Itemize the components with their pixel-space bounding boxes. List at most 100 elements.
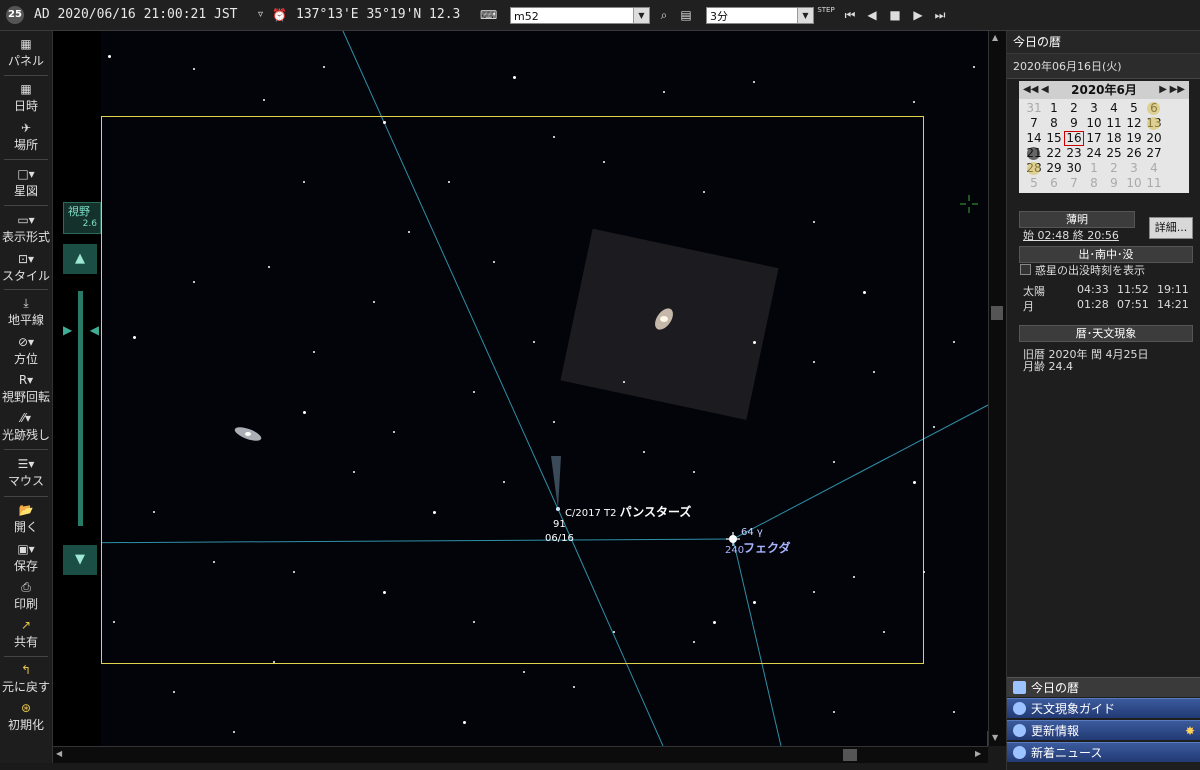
open-button[interactable]: 📂 開く [0,502,52,535]
vertical-scrollbar[interactable]: ▲ ▼ [988,31,1006,746]
undo-button[interactable]: ↰ 元に戻す [0,662,52,695]
zoom-slider-handle[interactable]: ▶ ◀ [63,323,99,337]
calendar-day[interactable]: 16 [1064,131,1084,146]
vertical-scroll-thumb[interactable] [991,306,1003,320]
rotate-button[interactable]: R▾ 視野回転 [0,372,52,405]
skip-back-icon[interactable]: ⏮ [840,6,860,24]
calendar-day[interactable]: 7 [1024,116,1044,131]
scroll-left-icon[interactable]: ◀ [56,749,62,758]
calendar-day[interactable]: 6 [1144,101,1164,116]
calendar-day[interactable]: 27 [1144,146,1164,161]
calendar-day[interactable]: 28 [1024,161,1044,176]
link-news[interactable]: 新着ニュース [1007,742,1200,762]
calendar-day[interactable]: 25 [1104,146,1124,161]
calendar-day[interactable]: 10 [1084,116,1104,131]
calendar-day[interactable]: 3 [1084,101,1104,116]
calendar-day[interactable]: 17 [1084,131,1104,146]
location-coords[interactable]: 137°13'E 35°19'N 12.3 [296,0,460,30]
keyboard-icon[interactable]: ⌨ [480,0,497,30]
calendar-day[interactable]: 26 [1124,146,1144,161]
calendar-day[interactable]: 22 [1044,146,1064,161]
calendar-day[interactable]: 5 [1124,101,1144,116]
calendar-day[interactable]: 21 [1024,146,1044,161]
calendar-day[interactable]: 8 [1044,116,1064,131]
calendar-day[interactable]: 11 [1104,116,1124,131]
calendar-day[interactable]: 8 [1084,176,1104,191]
star-name-label[interactable]: フェクダ [743,539,791,556]
place-button[interactable]: ✈ 場所 [0,120,52,153]
chevron-down-icon[interactable]: ▼ [797,8,813,23]
panel-button[interactable]: ▦ パネル [0,36,52,69]
calendar-day[interactable]: 5 [1024,176,1044,191]
calendar-day[interactable]: 11 [1144,176,1164,191]
now-clock-icon[interactable]: ⏰ [272,0,287,30]
calendar-day[interactable]: 15 [1044,131,1064,146]
app-logo-icon[interactable]: 25 [6,6,24,24]
calendar-day[interactable]: 10 [1124,176,1144,191]
mouse-button[interactable]: ☰▾ マウス [0,456,52,489]
calendar-day[interactable]: 19 [1124,131,1144,146]
calendar-day[interactable]: 31 [1024,101,1044,116]
calendar-day[interactable]: 18 [1104,131,1124,146]
datetime-display[interactable]: AD 2020/06/16 21:00:21 JST [34,0,238,30]
skip-forward-icon[interactable]: ⏭ [930,6,950,24]
tz-dropdown-icon[interactable]: ▿ [258,0,263,30]
scroll-down-icon[interactable]: ▼ [992,733,998,742]
next-month-icon[interactable]: ▶ [1159,81,1167,99]
details-button[interactable]: 詳細... [1149,217,1193,239]
save-button[interactable]: ▣▾ 保存 [0,541,52,574]
link-phenomena-guide[interactable]: 天文現象ガイド [1007,698,1200,718]
search-icon[interactable]: ⌕ [654,6,674,24]
horizontal-scroll-thumb[interactable] [843,749,857,761]
calendar-day[interactable]: 2 [1104,161,1124,176]
calendar-day[interactable]: 24 [1084,146,1104,161]
style-button[interactable]: ⊡▾ スタイル [0,251,52,284]
calendar-day[interactable]: 4 [1104,101,1124,116]
calendar-day[interactable]: 13 [1144,116,1164,131]
next-year-icon[interactable]: ▶▶ [1170,81,1185,99]
list-icon[interactable]: ▤ [676,6,696,24]
reset-button[interactable]: ⊛ 初期化 [0,700,52,733]
calendar-day[interactable]: 1 [1044,101,1064,116]
calendar-day[interactable]: 4 [1144,161,1164,176]
scroll-right-icon[interactable]: ▶ [975,749,981,758]
calendar-day[interactable]: 1 [1084,161,1104,176]
display-mode-button[interactable]: ▭▾ 表示形式 [0,212,52,245]
calendar-day[interactable]: 6 [1044,176,1064,191]
scroll-up-icon[interactable]: ▲ [992,33,998,42]
calendar-day[interactable]: 12 [1124,116,1144,131]
prev-year-icon[interactable]: ◀◀ [1023,81,1038,99]
horizontal-scrollbar[interactable]: ◀ ▶ [53,746,988,764]
play-icon[interactable]: ▶ [908,6,928,24]
comet-label[interactable]: C/2017 T2 パンスターズ [565,503,691,520]
calendar-day[interactable]: 7 [1064,176,1084,191]
planet-checkbox[interactable] [1020,264,1031,275]
share-button[interactable]: ↗ 共有 [0,617,52,650]
calendar-day[interactable]: 30 [1064,161,1084,176]
zoom-up-button[interactable]: ▲ [63,244,97,274]
link-today-almanac[interactable]: 今日の暦 [1007,677,1200,697]
calendar-day[interactable]: 23 [1064,146,1084,161]
stop-icon[interactable]: ■ [885,6,905,24]
direction-button[interactable]: ⊘▾ 方位 [0,334,52,367]
calendar-day[interactable]: 3 [1124,161,1144,176]
calendar-day[interactable]: 20 [1144,131,1164,146]
link-update-info[interactable]: 更新情報 ✸ [1007,720,1200,740]
calendar-day[interactable]: 9 [1064,116,1084,131]
calendar-day[interactable]: 9 [1104,176,1124,191]
calendar-day[interactable]: 2 [1064,101,1084,116]
chevron-down-icon[interactable]: ▼ [633,8,649,23]
calendar-day[interactable]: 14 [1024,131,1044,146]
datetime-button[interactable]: ▦ 日時 [0,81,52,114]
horizon-button[interactable]: ⤓ 地平線 [0,295,52,328]
sky-view[interactable]: C/2017 T2 パンスターズ 91 06/16 64 γ フェクダ 240 [53,31,988,746]
step-select[interactable]: 3分 ▼ [706,7,814,24]
prev-month-icon[interactable]: ◀ [1041,81,1049,99]
step-icon[interactable]: STEP [816,6,836,24]
calendar-day[interactable]: 29 [1044,161,1064,176]
step-back-icon[interactable]: ◀ [862,6,882,24]
twilight-times[interactable]: 始 02:48 終 20:56 [1023,227,1119,243]
starmap-button[interactable]: □▾ 星図 [0,166,52,199]
trail-button[interactable]: ⁄⁄▾ 光跡残し [0,410,52,443]
zoom-down-button[interactable]: ▼ [63,545,97,575]
